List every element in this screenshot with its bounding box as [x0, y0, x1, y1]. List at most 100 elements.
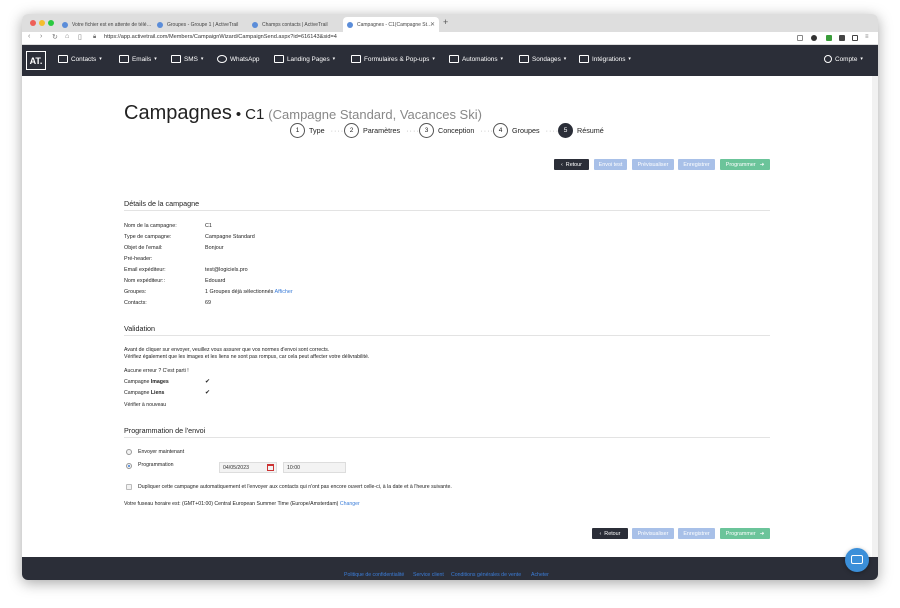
- minimize-window-icon[interactable]: [39, 20, 45, 26]
- privacy-policy-link[interactable]: Politique de confidentialité: [344, 572, 404, 578]
- send-now-radio[interactable]: [126, 449, 132, 455]
- nav-label: Formulaires & Pop-ups: [364, 55, 430, 63]
- nav-automations[interactable]: Automations ▾: [449, 55, 503, 63]
- share-icon[interactable]: [797, 35, 803, 41]
- browser-tab[interactable]: Champs contacts | ActiveTrail: [248, 17, 343, 32]
- step-label: Groupes: [512, 126, 540, 135]
- page-scrollbar[interactable]: [872, 76, 878, 557]
- chevron-down-icon: ▾: [628, 56, 631, 62]
- preview-button[interactable]: Prévisualiser: [632, 528, 674, 539]
- app-navbar: AT. Contacts ▾ Emails ▾ SMS ▾ WhatsApp Land…: [22, 45, 878, 76]
- detail-label: Email expéditeur:: [124, 267, 166, 273]
- arrow-right-icon: ➜: [759, 161, 765, 168]
- chevron-down-icon: ▾: [332, 56, 336, 62]
- extension-icon[interactable]: [826, 35, 832, 41]
- step-label: Conception: [438, 126, 475, 135]
- nav-label: SMS: [184, 55, 198, 63]
- show-groups-link[interactable]: Afficher: [275, 289, 293, 295]
- back-button[interactable]: ‹ Retour: [554, 159, 589, 170]
- terms-of-sale-link[interactable]: Conditions générales de vente: [451, 572, 521, 578]
- browser-tab-active[interactable]: Campagnes - C1(Campagne St… ✕: [343, 17, 439, 32]
- preview-button[interactable]: Prévisualiser: [632, 159, 674, 170]
- time-field[interactable]: 10:00: [283, 462, 346, 473]
- button-label: Programmer: [725, 161, 756, 168]
- wizard-step-groups[interactable]: 4 Groupes ····: [493, 123, 559, 138]
- nav-contacts[interactable]: Contacts ▾: [58, 55, 102, 63]
- detail-label: Nom de la campagne:: [124, 223, 177, 229]
- nav-forms[interactable]: Formulaires & Pop-ups ▾: [351, 55, 435, 63]
- nav-account[interactable]: Compte ▾: [824, 55, 863, 63]
- schedule-button[interactable]: Programmer ➜: [720, 528, 770, 539]
- nav-emails[interactable]: Emails ▾: [119, 55, 157, 63]
- new-tab-icon[interactable]: +: [443, 17, 448, 27]
- duplicate-checkbox[interactable]: [126, 484, 132, 490]
- chevron-down-icon: ▾: [500, 56, 504, 62]
- date-field[interactable]: 04/05/2023: [219, 462, 277, 473]
- browser-tab-strip: Votre fichier est en attente de télé… Gr…: [22, 14, 878, 32]
- home-icon[interactable]: ⌂: [65, 33, 69, 40]
- nav-integrations[interactable]: Intégrations ▾: [579, 55, 631, 63]
- close-window-icon[interactable]: [30, 20, 36, 26]
- schedule-radio[interactable]: [126, 463, 132, 469]
- nav-whatsapp[interactable]: WhatsApp: [217, 55, 259, 63]
- calendar-icon[interactable]: [267, 464, 274, 471]
- detail-value: Campagne Standard: [205, 234, 255, 240]
- change-timezone-link[interactable]: Changer: [340, 501, 360, 507]
- back-icon[interactable]: ‹: [28, 33, 30, 40]
- tab-title: Champs contacts | ActiveTrail: [262, 21, 328, 28]
- chevron-down-icon: ▾: [432, 56, 435, 62]
- browser-tab[interactable]: Votre fichier est en attente de télé…: [58, 17, 153, 32]
- details-section-title: Détails de la campagne: [124, 199, 200, 208]
- forward-icon[interactable]: ›: [40, 33, 42, 40]
- send-test-button[interactable]: Envoi test: [594, 159, 627, 170]
- chat-widget-icon[interactable]: [845, 548, 869, 572]
- browser-tab[interactable]: Groupes - Groupe 1 | ActiveTrail: [153, 17, 248, 32]
- save-button[interactable]: Enregistrer: [678, 159, 715, 170]
- check-label-prefix: Campagne: [124, 379, 150, 385]
- detail-value: 1 Groupes déjà sélectionnés Afficher: [205, 289, 293, 295]
- buy-link[interactable]: Acheter: [531, 572, 549, 578]
- menu-icon[interactable]: ≡: [865, 34, 869, 40]
- bookmark-icon[interactable]: ▯: [78, 33, 82, 41]
- nav-landing-pages[interactable]: Landing Pages ▾: [274, 55, 335, 63]
- contacts-icon: [58, 55, 68, 63]
- customer-service-link[interactable]: Service client: [413, 572, 444, 578]
- detail-label: Nom expéditeur::: [124, 278, 166, 284]
- schedule-button[interactable]: Programmer ➜: [720, 159, 770, 170]
- site-favicon-icon: [252, 21, 258, 28]
- detail-label: Pré-header:: [124, 256, 153, 262]
- reload-icon[interactable]: ↻: [52, 33, 58, 41]
- nav-sms[interactable]: SMS ▾: [171, 55, 203, 63]
- chevron-left-icon: ‹: [561, 161, 563, 168]
- url-field[interactable]: https://app.activetrail.com/Members/Camp…: [104, 34, 337, 40]
- integrations-icon: [579, 55, 589, 63]
- nav-label: Sondages: [532, 55, 561, 63]
- step-connector: ····: [406, 126, 420, 135]
- shield-icon[interactable]: [811, 35, 817, 41]
- activetrail-logo[interactable]: AT.: [26, 51, 46, 70]
- sidebar-icon[interactable]: [852, 35, 858, 41]
- step-label: Résumé: [577, 126, 604, 135]
- nav-label: Compte: [835, 55, 858, 63]
- nav-label: Emails: [132, 55, 152, 63]
- maximize-window-icon[interactable]: [48, 20, 54, 26]
- detail-label: Groupes:: [124, 289, 147, 295]
- save-button[interactable]: Enregistrer: [678, 528, 715, 539]
- puzzle-icon[interactable]: [839, 35, 845, 41]
- automation-icon: [449, 55, 459, 63]
- lock-icon: 🔒︎: [93, 34, 97, 40]
- wizard-step-design[interactable]: 3 Conception ····: [419, 123, 494, 138]
- site-favicon-icon: [62, 21, 68, 28]
- recheck-link[interactable]: Vérifier à nouveau: [124, 402, 166, 408]
- close-tab-icon[interactable]: ✕: [430, 21, 435, 28]
- nav-surveys[interactable]: Sondages ▾: [519, 55, 566, 63]
- detail-value: C1: [205, 223, 212, 229]
- timezone-value: Votre fuseau horaire est: (GMT+01:00) Ce…: [124, 501, 339, 507]
- wizard-step-type[interactable]: 1 Type ····: [290, 123, 344, 138]
- timezone-text: Votre fuseau horaire est: (GMT+01:00) Ce…: [124, 501, 360, 507]
- user-icon: [824, 55, 832, 63]
- wizard-step-summary[interactable]: 5 Résumé: [558, 123, 604, 138]
- divider: [124, 335, 770, 336]
- wizard-step-settings[interactable]: 2 Paramètres ····: [344, 123, 420, 138]
- back-button[interactable]: ‹ Retour: [592, 528, 628, 539]
